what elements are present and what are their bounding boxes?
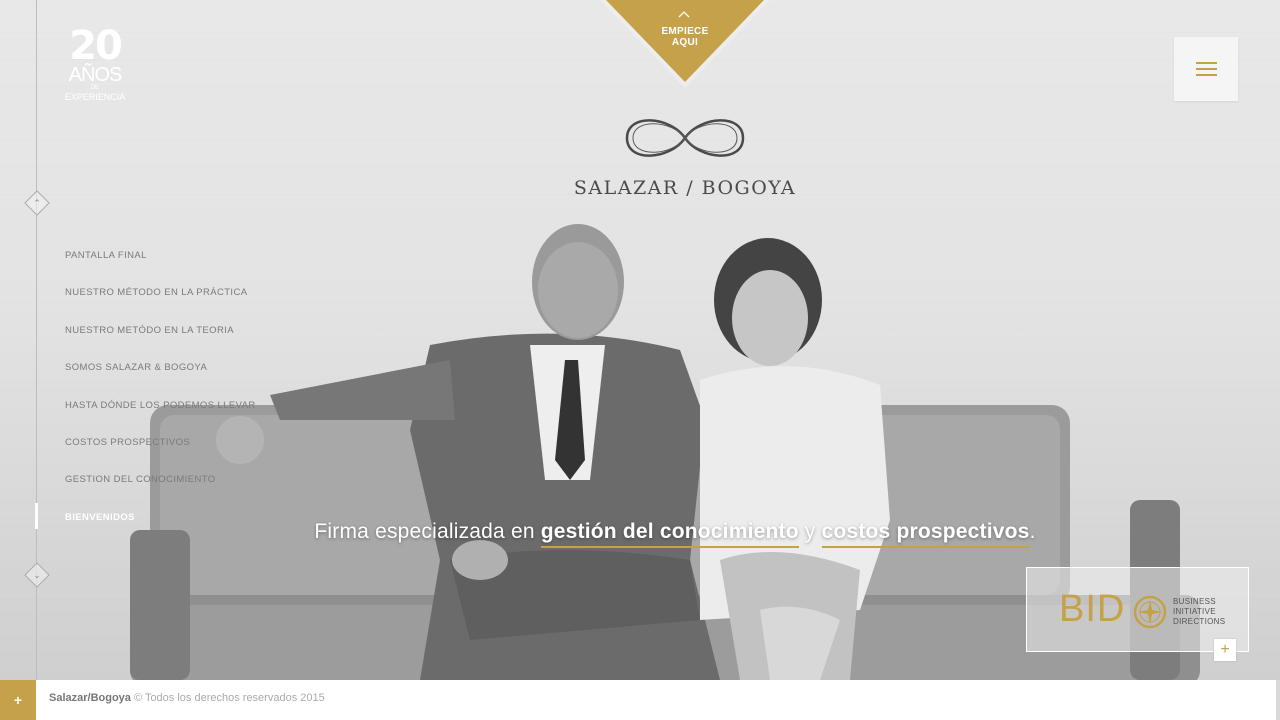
copyright: Salazar/Bogoya © Todos los derechos rese… — [49, 692, 325, 704]
compass-icon — [1133, 595, 1167, 629]
start-label-line1: EMPIECE — [661, 26, 709, 37]
badge-years: AÑOS — [68, 64, 123, 86]
badge-experience: EXPERIENCIA — [64, 92, 126, 102]
brand-name: SALAZAR / BOGOYA — [573, 177, 797, 199]
plus-icon: + — [13, 692, 23, 708]
hero-tagline: Firma especializada en gestión del conoc… — [0, 520, 1280, 548]
section-nav-item[interactable]: Somos Salazar & Bogoya — [65, 360, 256, 397]
start-here-label[interactable]: EMPIECE AQUI — [640, 26, 730, 48]
menu-button[interactable] — [1174, 37, 1238, 101]
copyright-owner: Salazar/Bogoya — [49, 692, 131, 704]
copyright-rights: © Todos los derechos reservados 2015 — [130, 692, 325, 704]
chevron-up-icon: ⌃ — [33, 198, 41, 208]
bido-expand-button[interactable]: + — [1214, 639, 1236, 661]
footer: + Salazar/Bogoya © Todos los derechos re… — [0, 680, 1276, 720]
footer-expand-button[interactable]: + — [0, 680, 36, 720]
anniversary-badge: 20 AÑOS DE EXPERIENCIA — [62, 26, 128, 102]
section-nav-item[interactable]: Nuestro metódo en la teoria — [65, 323, 256, 360]
section-nav-item[interactable]: Hasta dónde los podemos llevar — [65, 398, 256, 435]
tagline-prefix: Firma especializada en — [314, 520, 541, 543]
section-nav-item[interactable]: Nuestro método en la práctica — [65, 285, 256, 322]
section-nav: Pantalla final Nuestro método en la prác… — [65, 248, 256, 547]
bido-wordmark: BID — [1059, 588, 1126, 630]
start-label-line2: AQUI — [671, 37, 699, 48]
plus-icon: + — [1220, 641, 1230, 658]
tagline-suffix: . — [1029, 520, 1036, 543]
bido-line-directions: DIRECTIONS — [1173, 617, 1226, 626]
infinity-logo-icon — [625, 119, 745, 157]
bido-line-initiative: INITIATIVE — [1173, 607, 1216, 616]
section-nav-item[interactable]: Pantalla final — [65, 248, 256, 285]
tagline-highlight-costs: costos prospectivos — [821, 520, 1030, 548]
brand-logo[interactable]: SALAZAR / BOGOYA — [560, 108, 810, 199]
section-nav-item[interactable]: Costos prospectivos — [65, 435, 256, 472]
bido-line-business: BUSINESS — [1173, 597, 1216, 606]
tagline-middle: y — [798, 520, 822, 543]
chevron-up-icon — [678, 11, 690, 18]
bido-subtitle: BUSINESS INITIATIVE DIRECTIONS — [1173, 597, 1225, 627]
section-nav-item[interactable]: Gestion del conocimiento — [65, 472, 256, 509]
badge-number: 20 — [69, 23, 123, 69]
hero-section: 20 AÑOS DE EXPERIENCIA ⌃ ⌄ Pantalla fina… — [0, 0, 1280, 680]
chevron-down-icon: ⌄ — [33, 570, 41, 580]
tagline-highlight-knowledge: gestión del conocimiento — [540, 520, 799, 548]
